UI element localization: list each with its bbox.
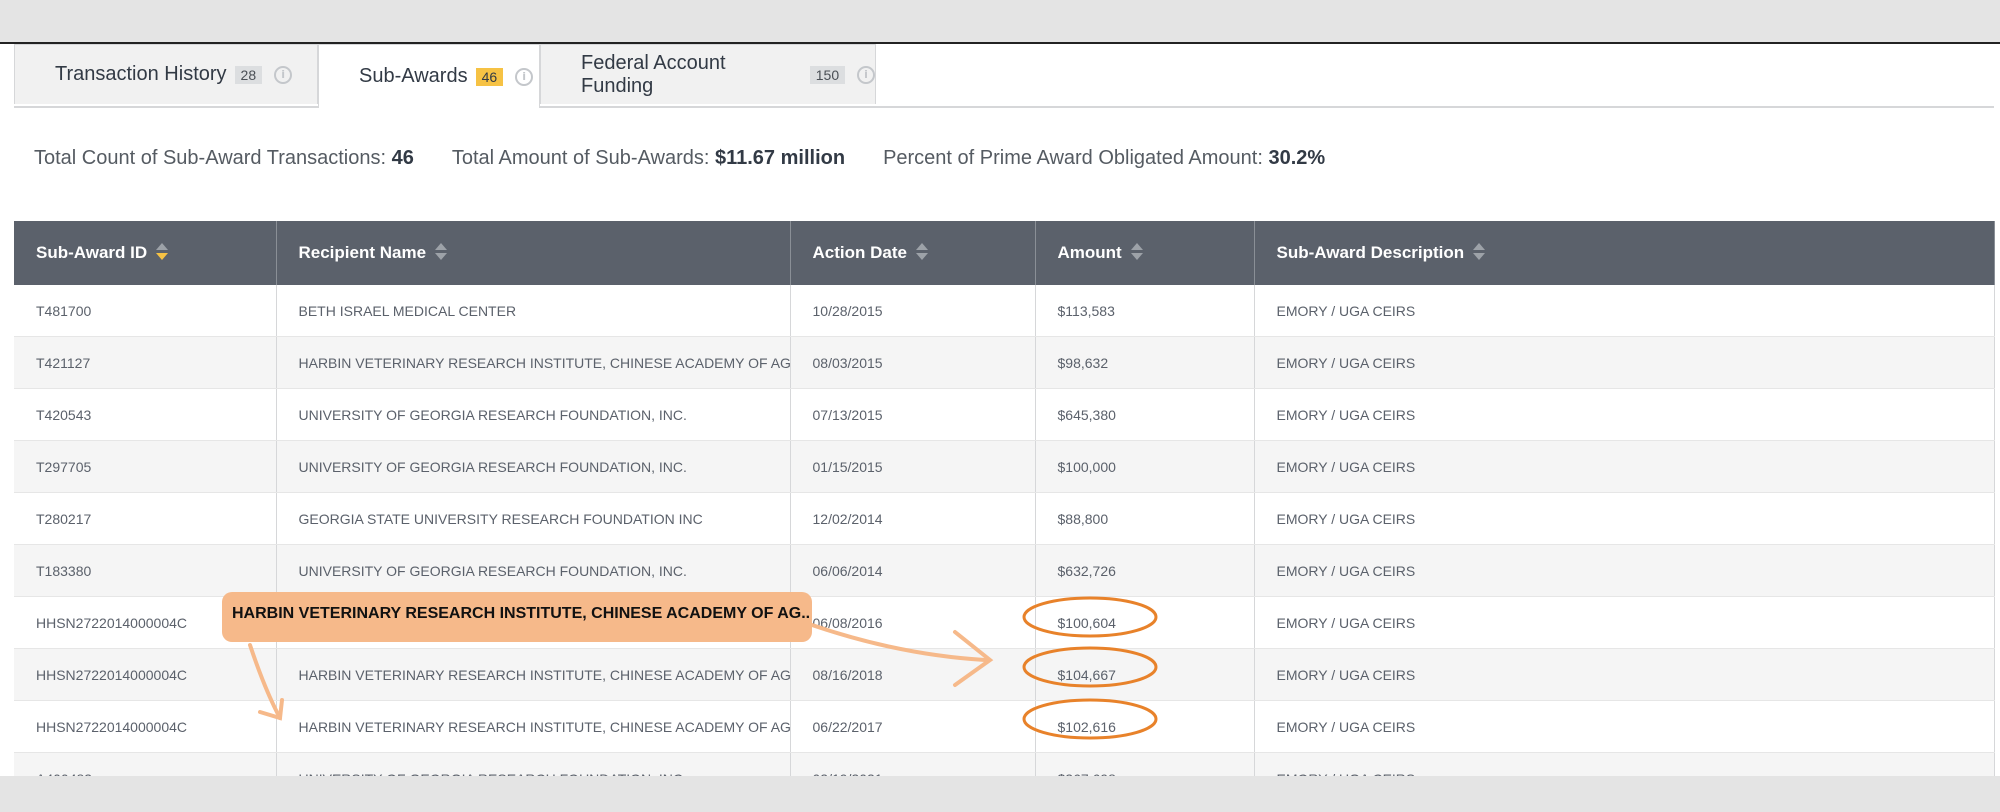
cell-action-date: 06/22/2017 bbox=[790, 700, 1036, 753]
cell-description: EMORY / UGA CEIRS bbox=[1254, 388, 1995, 441]
tab-label: Transaction History bbox=[55, 63, 227, 85]
tab-label: Sub-Awards bbox=[359, 65, 468, 87]
column-header-recipient-name[interactable]: Recipient Name bbox=[276, 221, 791, 285]
cell-description: EMORY / UGA CEIRS bbox=[1254, 648, 1995, 701]
cell-description: EMORY / UGA CEIRS bbox=[1254, 440, 1995, 493]
cell-description: EMORY / UGA CEIRS bbox=[1254, 700, 1995, 753]
summary-count: Total Count of Sub-Award Transactions: 4… bbox=[34, 146, 414, 169]
sub-award-summary: Total Count of Sub-Award Transactions: 4… bbox=[34, 146, 1363, 170]
cell-amount: $88,800 bbox=[1035, 492, 1255, 545]
column-header-description[interactable]: Sub-Award Description bbox=[1254, 221, 1995, 285]
table-row[interactable]: T481700 BETH ISRAEL MEDICAL CENTER 10/28/2… bbox=[14, 285, 1995, 337]
cell-amount: $104,667 bbox=[1035, 648, 1255, 701]
cell-description: EMORY / UGA CEIRS bbox=[1254, 285, 1995, 337]
cell-sub-award-id: T421127 bbox=[14, 336, 277, 389]
table-row[interactable]: T280217 GEORGIA STATE UNIVERSITY RESEARCH… bbox=[14, 492, 1995, 545]
count-badge: 28 bbox=[234, 65, 263, 84]
column-header-amount[interactable]: Amount bbox=[1035, 221, 1255, 285]
tab-transaction-history[interactable]: Transaction History 28 i bbox=[14, 44, 318, 104]
cell-description: EMORY / UGA CEIRS bbox=[1254, 336, 1995, 389]
cell-amount: $113,583 bbox=[1035, 285, 1255, 337]
cell-recipient-name[interactable]: BETH ISRAEL MEDICAL CENTER bbox=[276, 285, 791, 337]
cell-description: EMORY / UGA CEIRS bbox=[1254, 596, 1995, 649]
sub-awards-table: Sub-Award ID Recipient Name Action Date … bbox=[14, 221, 1995, 805]
cell-recipient-name[interactable]: HARBIN VETERINARY RESEARCH INSTITUTE, CH… bbox=[276, 336, 791, 389]
table-row[interactable]: T421127 HARBIN VETERINARY RESEARCH INSTIT… bbox=[14, 336, 1995, 389]
tab-federal-account-funding[interactable]: Federal Account Funding 150 i bbox=[540, 44, 876, 104]
cell-amount: $100,604 bbox=[1035, 596, 1255, 649]
cell-amount: $98,632 bbox=[1035, 336, 1255, 389]
table-row[interactable]: T183380 UNIVERSITY OF GEORGIA RESEARCH FO… bbox=[14, 544, 1995, 597]
cell-recipient-name[interactable]: UNIVERSITY OF GEORGIA RESEARCH FOUNDATIO… bbox=[276, 388, 791, 441]
cell-action-date: 01/15/2015 bbox=[790, 440, 1036, 493]
cell-sub-award-id: T183380 bbox=[14, 544, 277, 597]
column-header-action-date[interactable]: Action Date bbox=[790, 221, 1036, 285]
cell-amount: $645,380 bbox=[1035, 388, 1255, 441]
sort-icon[interactable] bbox=[434, 243, 448, 263]
sort-icon[interactable] bbox=[1130, 243, 1144, 263]
cell-action-date: 12/02/2014 bbox=[790, 492, 1036, 545]
table-row[interactable]: HHSN2722014000004C HARBIN VETERINARY RESE… bbox=[14, 700, 1995, 753]
cell-action-date: 10/28/2015 bbox=[790, 285, 1036, 337]
cell-recipient-name[interactable]: GEORGIA STATE UNIVERSITY RESEARCH FOUNDA… bbox=[276, 492, 791, 545]
cell-recipient-name[interactable]: HARBIN VETERINARY RESEARCH INSTITUTE, CH… bbox=[276, 648, 791, 701]
summary-amount: Total Amount of Sub-Awards: $11.67 milli… bbox=[451, 146, 846, 169]
cell-sub-award-id: T420543 bbox=[14, 388, 277, 441]
cell-action-date: 06/06/2014 bbox=[790, 544, 1036, 597]
count-badge: 46 bbox=[475, 67, 504, 86]
cell-amount: $632,726 bbox=[1035, 544, 1255, 597]
cell-recipient-name[interactable]: HARBIN VETERINARY RESEARCH INSTITUTE, CH… bbox=[276, 700, 791, 753]
cell-action-date: 08/16/2018 bbox=[790, 648, 1036, 701]
cell-sub-award-id: T297705 bbox=[14, 440, 277, 493]
info-icon[interactable]: i bbox=[857, 65, 875, 84]
cell-description: EMORY / UGA CEIRS bbox=[1254, 544, 1995, 597]
info-icon[interactable]: i bbox=[274, 65, 293, 84]
table-header-row: Sub-Award ID Recipient Name Action Date … bbox=[14, 221, 1995, 285]
tab-sub-awards[interactable]: Sub-Awards 46 i bbox=[318, 44, 540, 108]
summary-percent: Percent of Prime Award Obligated Amount:… bbox=[883, 146, 1326, 169]
cell-description: EMORY / UGA CEIRS bbox=[1254, 492, 1995, 545]
cell-action-date: 07/13/2015 bbox=[790, 388, 1036, 441]
cell-sub-award-id: T481700 bbox=[14, 285, 277, 337]
table-row[interactable]: HHSN2722014000004C HARBIN VETERINARY RESE… bbox=[14, 648, 1995, 701]
tab-label: Federal Account Funding bbox=[581, 51, 726, 97]
tab-bar: Transaction History 28 i Sub-Awards 46 i… bbox=[14, 44, 1994, 108]
sort-icon[interactable] bbox=[155, 243, 169, 263]
sort-icon[interactable] bbox=[1472, 243, 1486, 263]
table-row[interactable]: T420543 UNIVERSITY OF GEORGIA RESEARCH FO… bbox=[14, 388, 1995, 441]
cell-recipient-name[interactable]: UNIVERSITY OF GEORGIA RESEARCH FOUNDATIO… bbox=[276, 544, 791, 597]
table-row[interactable]: T297705 UNIVERSITY OF GEORGIA RESEARCH FO… bbox=[14, 440, 1995, 493]
torn-paper-bottom bbox=[0, 776, 2000, 812]
count-badge: 150 bbox=[809, 65, 846, 84]
cell-amount: $100,000 bbox=[1035, 440, 1255, 493]
cell-amount: $102,616 bbox=[1035, 700, 1255, 753]
cell-recipient-name[interactable]: UNIVERSITY OF GEORGIA RESEARCH FOUNDATIO… bbox=[276, 440, 791, 493]
cell-action-date: 06/08/2016 bbox=[790, 596, 1036, 649]
cell-action-date: 08/03/2015 bbox=[790, 336, 1036, 389]
column-header-sub-award-id[interactable]: Sub-Award ID bbox=[14, 221, 277, 285]
sort-icon[interactable] bbox=[915, 243, 929, 263]
cell-sub-award-id: HHSN2722014000004C bbox=[14, 648, 277, 701]
annotation-callout: HARBIN VETERINARY RESEARCH INSTITUTE, CH… bbox=[222, 592, 812, 642]
torn-paper-top bbox=[0, 0, 2000, 44]
info-icon[interactable]: i bbox=[515, 67, 534, 86]
cell-sub-award-id: HHSN2722014000004C bbox=[14, 700, 277, 753]
cell-sub-award-id: T280217 bbox=[14, 492, 277, 545]
